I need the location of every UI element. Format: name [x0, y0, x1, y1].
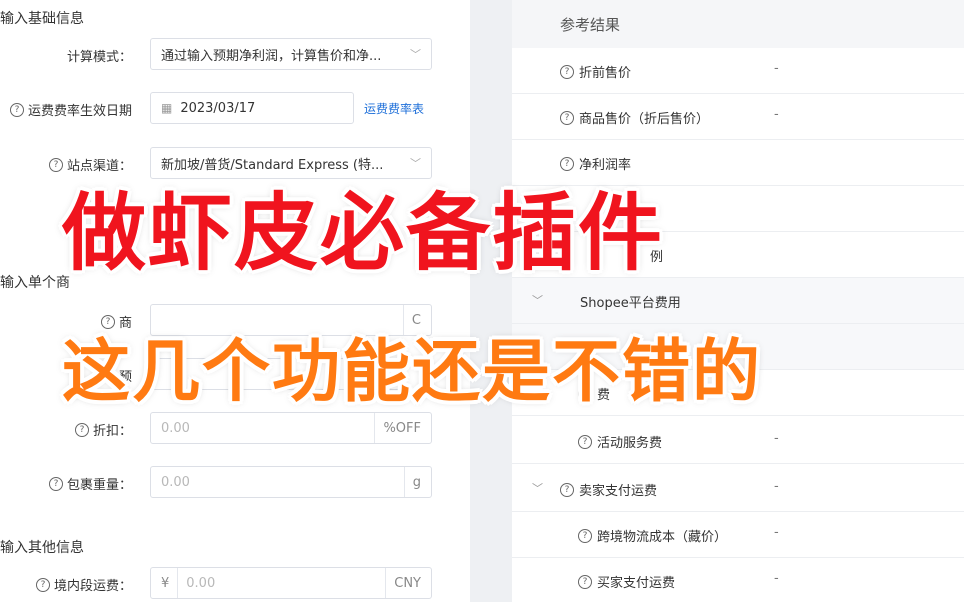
result-label: 商品售价（折后售价） — [579, 112, 710, 127]
help-icon[interactable]: ? — [560, 482, 574, 497]
domestic-prefix: ¥ — [161, 568, 179, 598]
mode-label: 计算模式： — [67, 46, 132, 65]
mode-label-text: 计算模式： — [66, 50, 132, 65]
chevron-down-icon: ﹀ — [410, 48, 421, 61]
section-basic-title: 输入基础信息 — [0, 11, 84, 27]
result-value: - — [774, 525, 779, 540]
result-panel: 参考结果 ? 折前售价 - ? 商品售价（折后售价） - ? 净利润率 例 ﹀ Sho… — [512, 0, 964, 602]
overlay-subheadline: 这几个功能还是不错的 — [62, 333, 763, 412]
date-label-text: 运费费率生效日期 — [27, 104, 132, 119]
discount-input[interactable]: 0.00 %OFF — [150, 412, 432, 444]
domestic-label: ? 境内段运费： — [35, 575, 132, 594]
help-icon[interactable]: ? — [560, 64, 574, 79]
help-icon[interactable]: ? — [48, 157, 63, 172]
discount-label-text: 折扣： — [92, 424, 132, 439]
result-label: 活动服务费 — [597, 436, 663, 451]
help-icon[interactable]: ? — [35, 577, 50, 592]
result-label: 买家支付运费 — [597, 576, 676, 591]
mode-select-value: 通过输入预期净利润，计算售价和净... — [161, 48, 382, 64]
domestic-label-text: 境内段运费： — [53, 579, 132, 594]
result-label: 跨境物流成本（藏价） — [597, 530, 728, 545]
freight-rate-link[interactable]: 运费费率表 — [364, 100, 424, 117]
help-icon[interactable]: ? — [560, 110, 574, 125]
result-value: - — [774, 61, 779, 76]
help-icon[interactable]: ? — [48, 476, 63, 491]
discount-suffix: %OFF — [374, 413, 421, 443]
chevron-down-icon[interactable]: ﹀ — [532, 480, 543, 496]
panel-separator — [470, 0, 512, 602]
help-icon[interactable]: ? — [578, 434, 592, 449]
result-row-pre-discount: ? 折前售价 - — [512, 48, 964, 94]
result-row-logistics-cost: ? 跨境物流成本（藏价） - — [512, 512, 964, 558]
result-row-price: ? 商品售价（折后售价） - — [512, 94, 964, 140]
domestic-suffix: CNY — [385, 568, 421, 598]
weight-label: ? 包裹重量： — [48, 474, 132, 493]
result-row-buyer-shipping: ? 买家支付运费 - — [512, 558, 964, 604]
weight-input[interactable]: 0.00 g — [150, 466, 432, 498]
input-panel: 输入基础信息 计算模式： 通过输入预期净利润，计算售价和净... ﹀ ? 运费费… — [0, 0, 470, 602]
overlay-headline: 做虾皮必备插件 — [62, 184, 665, 282]
weight-label-text: 包裹重量： — [66, 478, 132, 493]
result-row-activity-fee: ? 活动服务费 - — [512, 418, 964, 464]
help-icon[interactable]: ? — [74, 422, 89, 437]
result-value: - — [774, 107, 779, 122]
discount-label: ? 折扣： — [74, 420, 132, 439]
date-label: ? 运费费率生效日期 — [9, 100, 132, 119]
section-single-title: 输入单个商 — [0, 275, 70, 291]
domestic-placeholder: 0.00 — [186, 575, 216, 591]
date-input[interactable]: ▦ 2023/03/17 — [150, 92, 354, 124]
result-title: 参考结果 — [512, 0, 964, 48]
section-other-title: 输入其他信息 — [0, 540, 84, 556]
discount-placeholder: 0.00 — [161, 420, 190, 436]
weight-placeholder: 0.00 — [161, 474, 190, 490]
result-row-seller-shipping[interactable]: ﹀ ? 卖家支付运费 - — [512, 466, 964, 512]
help-icon[interactable]: ? — [578, 574, 592, 589]
help-icon[interactable]: ? — [578, 528, 592, 543]
result-value: - — [774, 431, 779, 446]
result-value: - — [774, 571, 779, 586]
mode-select[interactable]: 通过输入预期净利润，计算售价和净... ﹀ — [150, 38, 432, 70]
domestic-input[interactable]: ¥ 0.00 CNY — [150, 567, 432, 599]
result-value: - — [774, 479, 779, 494]
weight-suffix: g — [403, 467, 421, 497]
help-icon[interactable]: ? — [9, 102, 24, 117]
date-value: 2023/03/17 — [180, 100, 256, 116]
result-label: 折前售价 — [579, 66, 632, 81]
calendar-icon: ▦ — [161, 101, 173, 115]
result-label: 卖家支付运费 — [579, 484, 658, 499]
chevron-down-icon[interactable]: ﹀ — [532, 292, 543, 308]
result-label: Shopee平台费用 — [580, 296, 681, 311]
